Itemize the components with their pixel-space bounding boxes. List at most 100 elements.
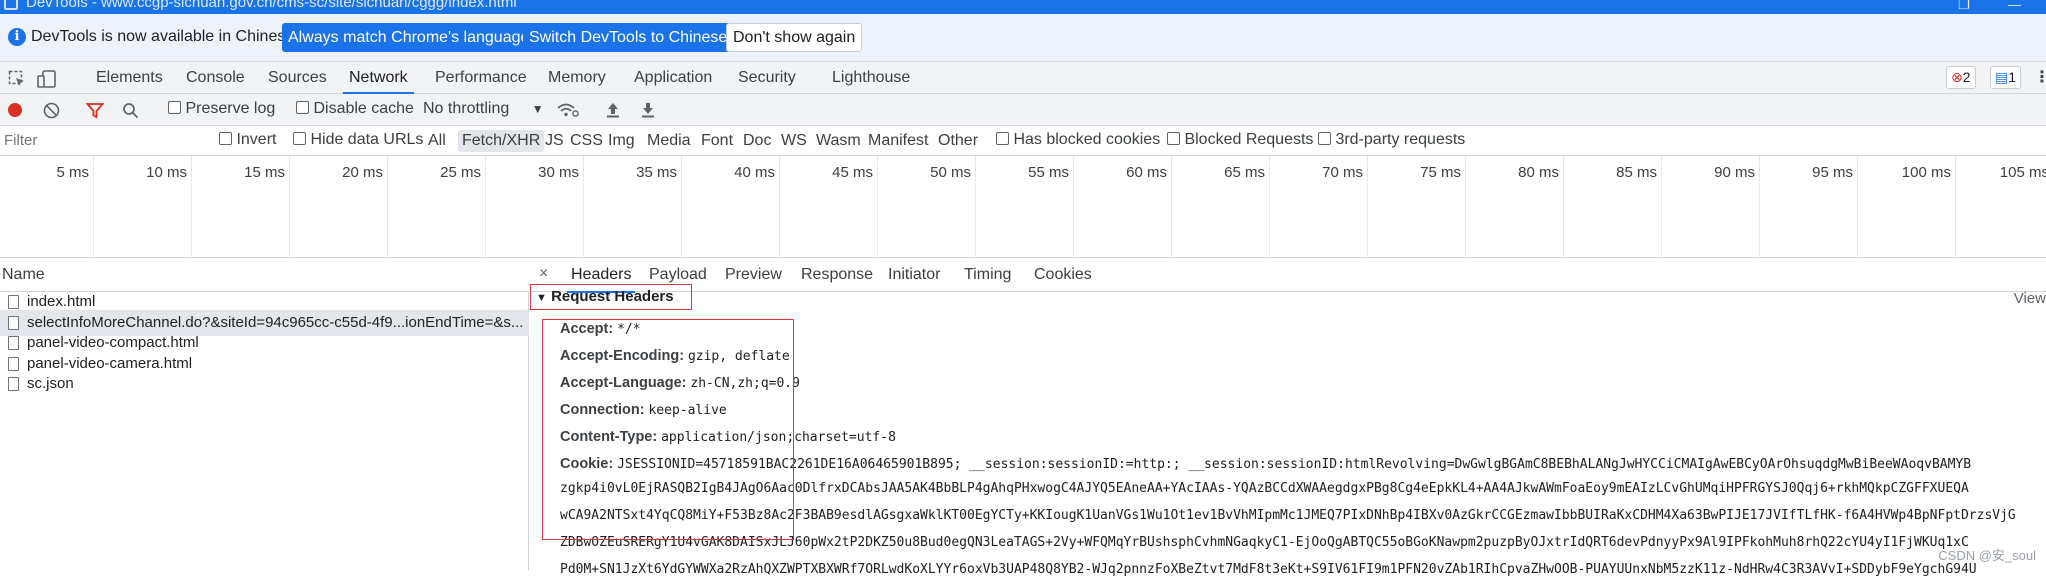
timeline-gridline	[877, 156, 878, 258]
section-highlight-box	[530, 284, 692, 310]
view-source-link[interactable]: View	[2014, 290, 2046, 307]
requests-pane: Name index.html selectInfoMoreChannel.do?…	[0, 258, 529, 570]
tab-memory[interactable]: Memory	[548, 62, 606, 94]
blocked-requests-checkbox[interactable]: Blocked Requests	[1167, 131, 1313, 149]
invert-checkbox[interactable]: Invert	[219, 131, 276, 149]
preserve-log-checkbox[interactable]: Preserve log	[168, 100, 275, 118]
filter-type-manifest[interactable]: Manifest	[864, 130, 932, 152]
import-har-icon[interactable]	[606, 101, 620, 118]
filter-input[interactable]	[0, 129, 205, 152]
document-icon	[8, 295, 19, 309]
request-row[interactable]: sc.json	[0, 371, 529, 397]
disable-cache-checkbox[interactable]: Disable cache	[296, 100, 414, 118]
tab-lighthouse[interactable]: Lighthouse	[832, 62, 910, 94]
network-filterbar: Invert Hide data URLs All Fetch/XHR JS C…	[0, 126, 2046, 156]
match-language-button[interactable]: Always match Chrome's language	[282, 23, 536, 52]
window-title: DevTools - www.ccgp-sichuan.gov.cn/cms-s…	[26, 0, 517, 11]
checkbox-box[interactable]	[168, 101, 181, 114]
timeline-tick-label: 85 ms	[1616, 164, 1657, 181]
filter-icon[interactable]	[86, 102, 104, 119]
timeline-tick-label: 35 ms	[636, 164, 677, 181]
network-conditions-icon[interactable]	[557, 102, 579, 118]
timeline-gridline	[975, 156, 976, 258]
timeline-tick-label: 50 ms	[930, 164, 971, 181]
tab-preview[interactable]: Preview	[725, 266, 782, 284]
devtools-app-icon	[4, 0, 18, 10]
tab-initiator[interactable]: Initiator	[888, 266, 940, 284]
checkbox-box[interactable]	[996, 132, 1009, 145]
checkbox-box[interactable]	[1318, 132, 1331, 145]
tab-headers[interactable]: Headers	[566, 266, 637, 293]
throttling-select[interactable]: No throttling ▼	[423, 100, 544, 118]
clear-icon[interactable]	[43, 102, 60, 119]
timeline-gridline	[1269, 156, 1270, 258]
tab-security[interactable]: Security	[738, 62, 796, 94]
more-options-icon[interactable]: ⋮	[2034, 62, 2046, 94]
checkbox-box[interactable]	[1167, 132, 1180, 145]
filter-type-all[interactable]: All	[424, 130, 450, 152]
filter-type-media[interactable]: Media	[643, 130, 695, 152]
close-icon[interactable]: ×	[539, 265, 548, 283]
timeline-gridline	[1955, 156, 1956, 258]
minimize-window-icon[interactable]: —	[2008, 0, 2021, 12]
restore-window-icon[interactable]: ❐	[1958, 0, 1970, 13]
tab-payload[interactable]: Payload	[649, 266, 707, 284]
filter-type-img[interactable]: Img	[604, 130, 639, 152]
checkbox-box[interactable]	[296, 101, 309, 114]
tab-application[interactable]: Application	[634, 62, 712, 94]
error-count-badge[interactable]: ⊗2	[1946, 66, 1976, 89]
tab-sources[interactable]: Sources	[268, 62, 327, 94]
document-icon	[8, 315, 19, 330]
timeline-gridline	[1857, 156, 1858, 258]
filter-type-other[interactable]: Other	[934, 130, 982, 152]
third-party-checkbox[interactable]: 3rd-party requests	[1318, 131, 1465, 149]
timeline-tick-label: 80 ms	[1518, 164, 1559, 181]
timeline-gridline	[485, 156, 486, 258]
inspect-element-icon[interactable]	[8, 70, 26, 88]
language-infobar: i DevTools is now available in Chinese! …	[0, 14, 2046, 62]
timeline-gridline	[289, 156, 290, 258]
timeline-tick-label: 70 ms	[1322, 164, 1363, 181]
header-value[interactable]: JSESSIONID=45718591BAC2261DE16A06465901B…	[617, 457, 1971, 472]
tab-response[interactable]: Response	[801, 266, 873, 284]
tab-elements[interactable]: Elements	[96, 62, 163, 94]
filter-type-js[interactable]: JS	[541, 130, 568, 152]
network-overview-timeline[interactable]: 5 ms 10 ms 15 ms 20 ms 25 ms 30 ms 35 ms 40 ms 4…	[0, 156, 2046, 258]
filter-type-wasm[interactable]: Wasm	[812, 130, 865, 152]
tab-console[interactable]: Console	[186, 62, 245, 94]
hide-data-urls-checkbox[interactable]: Hide data URLs	[293, 131, 423, 149]
timeline-tick-label: 100 ms	[1901, 164, 1951, 181]
timeline-gridline	[1171, 156, 1172, 258]
filter-type-fetch-xhr[interactable]: Fetch/XHR	[458, 130, 545, 152]
timeline-gridline	[387, 156, 388, 258]
tab-timing[interactable]: Timing	[964, 266, 1011, 284]
checkbox-box[interactable]	[219, 132, 232, 145]
filter-type-font[interactable]: Font	[697, 130, 737, 152]
tab-network[interactable]: Network	[343, 62, 414, 94]
record-icon[interactable]	[7, 102, 23, 118]
timeline-tick-label: 45 ms	[832, 164, 873, 181]
name-column-header[interactable]: Name	[2, 266, 45, 284]
timeline-tick-label: 15 ms	[244, 164, 285, 181]
message-count-badge[interactable]: ▤1	[1990, 66, 2022, 89]
filter-type-doc[interactable]: Doc	[739, 130, 775, 152]
timeline-tick-label: 30 ms	[538, 164, 579, 181]
switch-to-chinese-button[interactable]: Switch DevTools to Chinese	[523, 23, 734, 52]
timeline-tick-label: 95 ms	[1812, 164, 1853, 181]
device-toolbar-icon[interactable]	[37, 70, 57, 88]
requests-header[interactable]: Name	[0, 258, 529, 292]
filter-type-ws[interactable]: WS	[777, 130, 811, 152]
request-name: selectInfoMoreChannel.do?&siteId=94c965c…	[27, 313, 524, 331]
export-har-icon[interactable]	[641, 101, 655, 118]
search-icon[interactable]	[122, 102, 139, 119]
tab-performance[interactable]: Performance	[435, 62, 527, 94]
tab-cookies[interactable]: Cookies	[1034, 266, 1092, 284]
timeline-gridline	[583, 156, 584, 258]
checkbox-box[interactable]	[293, 132, 306, 145]
timeline-gridline	[1759, 156, 1760, 258]
dont-show-again-button[interactable]: Don't show again	[726, 23, 863, 52]
filter-type-css[interactable]: CSS	[566, 130, 607, 152]
blocked-cookies-checkbox[interactable]: Has blocked cookies	[996, 131, 1160, 149]
details-tabbar: × Headers Payload Preview Response Initi…	[530, 258, 2046, 293]
dropdown-arrow-icon: ▼	[531, 102, 544, 116]
